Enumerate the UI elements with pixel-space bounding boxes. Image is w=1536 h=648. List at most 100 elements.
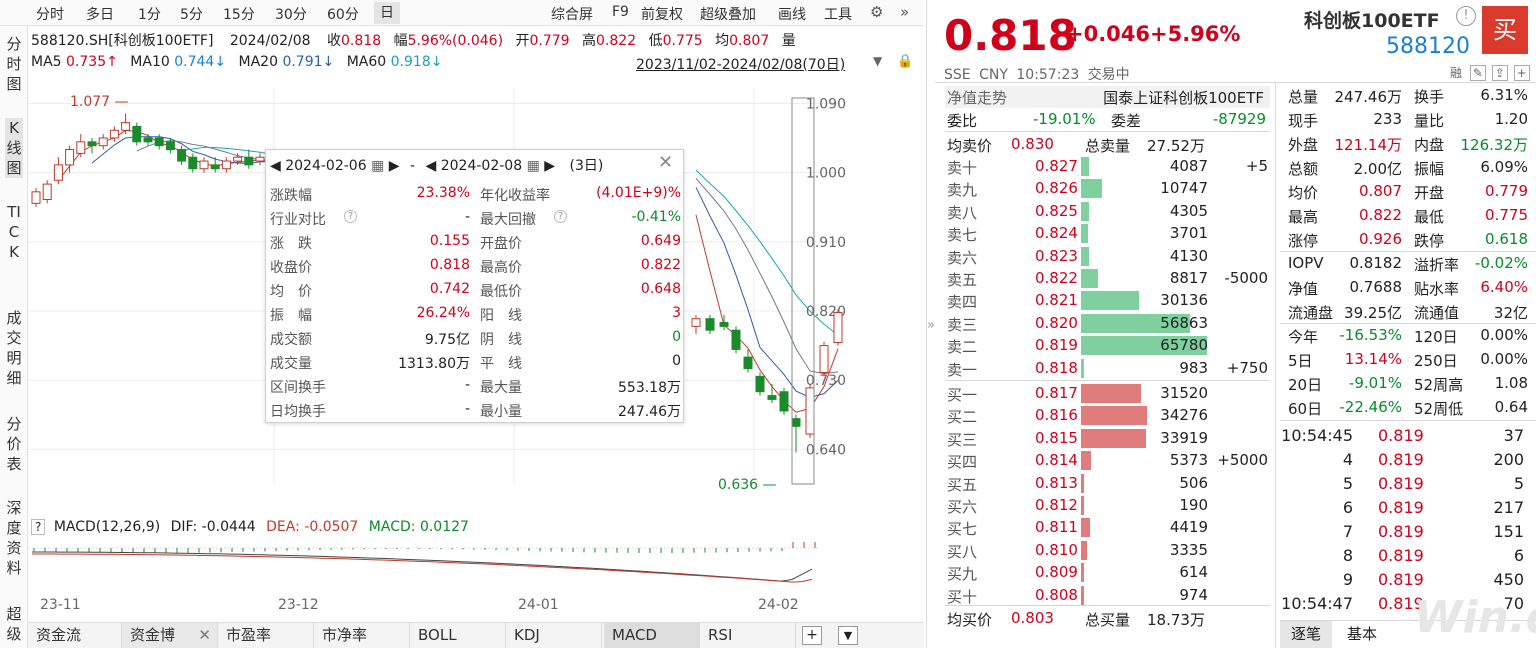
triangle-down-icon[interactable]: ▼ — [873, 54, 882, 68]
edit-icon[interactable]: ✎ — [1469, 65, 1486, 81]
ask-level-row[interactable]: 卖三 0.820 56863 — [945, 312, 1270, 334]
period-tab-60min[interactable]: 60分 — [327, 4, 359, 24]
period-tab-daily[interactable]: 日 — [374, 2, 400, 24]
ask-level-row[interactable]: 卖四 0.821 30136 — [945, 289, 1270, 311]
caret-left-icon[interactable]: ◀ — [270, 158, 281, 174]
level-label: 买八 — [947, 542, 978, 561]
indicator-tab-macd[interactable]: MACD — [604, 623, 700, 648]
level-price: 0.816 — [1035, 406, 1078, 425]
trade-price: 0.819 — [1378, 426, 1424, 445]
stat-label: 内盘 — [1414, 136, 1445, 154]
ask-level-row[interactable]: 卖九 0.826 10747 — [945, 177, 1270, 199]
caret-right-icon[interactable]: ▶ — [389, 158, 400, 174]
close-icon[interactable]: ✕ — [198, 623, 211, 648]
gear-icon[interactable]: ⚙ — [870, 3, 883, 21]
tab-basic[interactable]: 基本 — [1336, 621, 1388, 648]
bid-level-row[interactable]: 买四 0.814 5373 +5000 — [945, 449, 1270, 471]
level-volume-bar — [1081, 179, 1102, 199]
period-tab-timeshare[interactable]: 分时 — [36, 4, 64, 24]
popup-stat-value: 0.818 — [429, 257, 470, 273]
info-icon[interactable]: ! — [1456, 6, 1476, 26]
stat-label: 涨停 — [1288, 232, 1319, 250]
vtab-price-table[interactable]: 分价表 — [5, 414, 23, 474]
bid-level-row[interactable]: 买六 0.812 190 — [945, 494, 1270, 516]
trade-time: 5 — [1342, 474, 1353, 493]
stat-label: 5日 — [1288, 352, 1313, 370]
bid-level-row[interactable]: 买八 0.810 3335 — [945, 539, 1270, 561]
period-toolbar: 分时 多日 1分 5分 15分 30分 60分 日 综合屏 F9 前复权 超级叠… — [0, 0, 924, 26]
stat-value: 0.00% — [1480, 350, 1528, 368]
bid-level-row[interactable]: 买七 0.811 4419 — [945, 516, 1270, 538]
vtab-kline[interactable]: K线图 — [5, 118, 23, 178]
popup-stat-value: 1313.80万 — [398, 356, 470, 372]
caret-left-icon[interactable]: ◀ — [426, 158, 437, 174]
trade-time: 4 — [1342, 450, 1353, 469]
chevron-down-icon[interactable]: ▼ — [838, 626, 858, 645]
tab-tick-by-tick[interactable]: 逐笔 — [1280, 621, 1332, 648]
ask-level-row[interactable]: 卖八 0.825 4305 — [945, 200, 1270, 222]
toolbar-f9[interactable]: F9 — [612, 4, 629, 20]
candle-body — [132, 125, 142, 143]
help-icon[interactable]: ? — [344, 210, 357, 223]
help-icon[interactable]: ? — [31, 519, 46, 535]
plus-icon[interactable]: + — [802, 626, 822, 645]
calendar-icon[interactable]: ▦ — [371, 158, 384, 174]
period-tab-multiday[interactable]: 多日 — [86, 4, 114, 24]
date-range[interactable]: 2023/11/02-2024/02/08(70日) — [636, 54, 845, 74]
toolbar-adjust[interactable]: 前复权 — [641, 4, 683, 24]
period-tab-15min[interactable]: 15分 — [223, 4, 255, 24]
popup-date-from[interactable]: 2024-02-06 — [285, 158, 366, 174]
indicator-tab-pb[interactable]: 市净率 — [314, 623, 410, 648]
bid-level-row[interactable]: 买三 0.815 33919 — [945, 427, 1270, 449]
help-icon[interactable]: ? — [554, 210, 567, 223]
vtab-super[interactable]: 超级 — [5, 604, 23, 644]
ask-level-row[interactable]: 卖十 0.827 4087 +5 — [945, 155, 1270, 177]
indicator-tab-capital-flow[interactable]: 资金流 — [28, 623, 122, 648]
indicator-tab-pe[interactable]: 市盈率 — [218, 623, 314, 648]
vtab-trade-detail[interactable]: 成交明细 — [5, 308, 23, 388]
period-tab-1min[interactable]: 1分 — [138, 4, 161, 24]
bid-level-row[interactable]: 买五 0.813 506 — [945, 472, 1270, 494]
period-tab-5min[interactable]: 5分 — [180, 4, 203, 24]
toolbar-overlay[interactable]: 超级叠加 — [700, 4, 756, 24]
bid-level-row[interactable]: 买二 0.816 34276 — [945, 404, 1270, 426]
macd-chart[interactable] — [28, 538, 848, 594]
indicator-tab-rsi[interactable]: RSI — [700, 623, 796, 648]
indicator-tab-kdj[interactable]: KDJ — [506, 623, 602, 648]
calendar-icon[interactable]: ▦ — [527, 158, 540, 174]
macd-value-label: MACD: — [368, 519, 416, 535]
total-buy-label: 总买量 — [1085, 611, 1131, 629]
buy-button[interactable]: 买 — [1482, 6, 1528, 54]
double-chevron-right-icon[interactable]: » — [900, 3, 909, 21]
vtab-depth[interactable]: 深度资料 — [5, 498, 23, 578]
bid-level-row[interactable]: 买一 0.817 31520 — [945, 382, 1270, 404]
toolbar-draw[interactable]: 画线 — [778, 4, 806, 24]
popup-stat-value: 26.24% — [416, 305, 470, 321]
bid-level-row[interactable]: 买十 0.808 974 — [945, 584, 1270, 606]
share-icon[interactable]: ⇪ — [1491, 65, 1508, 81]
ask-level-row[interactable]: 卖二 0.819 65780 — [945, 334, 1270, 356]
ask-level-row[interactable]: 卖七 0.824 3701 — [945, 222, 1270, 244]
popup-date-to[interactable]: 2024-02-08 — [441, 158, 522, 174]
popup-stat-value: 0 — [672, 329, 681, 345]
ask-level-row[interactable]: 卖六 0.823 4130 — [945, 245, 1270, 267]
vtab-timeshare[interactable]: 分时图 — [5, 34, 23, 94]
ask-level-row[interactable]: 卖一 0.818 983 +750 — [945, 357, 1270, 379]
level-label: 卖八 — [947, 203, 978, 222]
bid-level-row[interactable]: 买九 0.809 614 — [945, 561, 1270, 583]
candle-body — [244, 156, 254, 166]
nav-bar[interactable]: 净值走势 国泰上证科创板100ETF — [945, 86, 1270, 108]
indicator-tab-boll[interactable]: BOLL — [410, 623, 506, 648]
toolbar-tools[interactable]: 工具 — [824, 4, 852, 24]
ask-level-row[interactable]: 卖五 0.822 8817 -5000 — [945, 267, 1270, 289]
collapse-icon[interactable]: » — [927, 318, 935, 333]
close-icon[interactable]: ✕ — [658, 152, 673, 173]
indicator-tab-capital-game[interactable]: 资金博 ✕ — [122, 623, 218, 648]
vtab-tick[interactable]: TICK — [5, 202, 23, 262]
level-price: 0.818 — [1035, 358, 1078, 377]
add-icon[interactable]: + — [1513, 65, 1530, 81]
lock-icon[interactable]: 🔒 — [897, 54, 913, 69]
caret-right-icon[interactable]: ▶ — [544, 158, 555, 174]
period-tab-30min[interactable]: 30分 — [275, 4, 307, 24]
toolbar-composite[interactable]: 综合屏 — [551, 4, 593, 24]
